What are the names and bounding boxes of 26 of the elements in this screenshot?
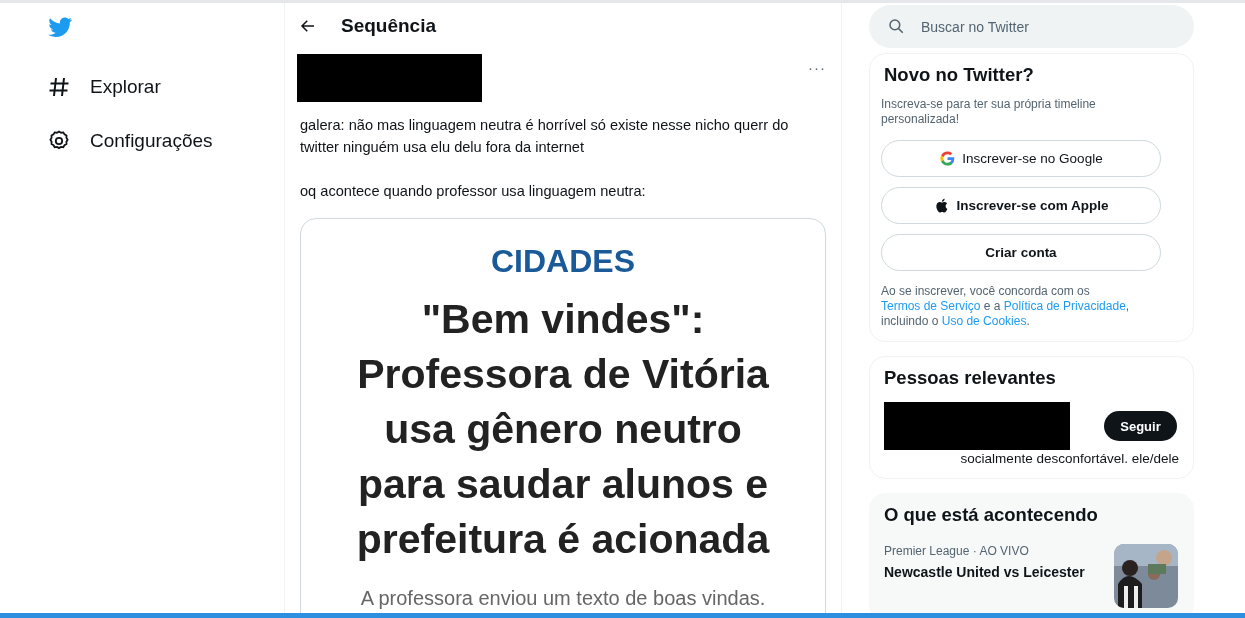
- card-title: O que está acontecendo: [884, 504, 1099, 526]
- card-title: Pessoas relevantes: [884, 367, 1057, 389]
- card-title: Novo no Twitter?: [884, 64, 1035, 86]
- search-field[interactable]: Buscar no Twitter: [869, 5, 1194, 48]
- user-bio: socialmente desconfortável. ele/dele: [960, 451, 1179, 466]
- section-label: CIDADES: [491, 243, 635, 280]
- signup-subtitle: Inscreva-se para ter sua própria timeline personalizada!: [881, 97, 1097, 127]
- signup-button[interactable]: Inscrever-se com Apple: [881, 187, 1161, 224]
- nav-link[interactable]: Configurações: [47, 114, 284, 168]
- article-lead: A professora enviou um texto de boas vindas.: [360, 587, 766, 610]
- article-headline: "Bem vindes": Professora de Vitória usa gênero neutro para saudar alunos e prefeitura é acionada: [355, 295, 771, 564]
- back-arrow-icon[interactable]: [299, 17, 317, 35]
- nav-link[interactable]: Explorar: [47, 60, 284, 114]
- trend-title[interactable]: Newcastle United vs Leicester: [884, 564, 1085, 580]
- signup-button[interactable]: Criar conta: [881, 234, 1161, 271]
- hashtag-icon: [47, 75, 71, 99]
- more-options[interactable]: ···: [808, 59, 826, 76]
- signup-button[interactable]: Inscrever-se no Google: [881, 140, 1161, 177]
- follow-button[interactable]: Seguir: [1104, 411, 1177, 441]
- legal-notice: Ao se inscrever, você concorda com os Termos de Serviço e a Política de Privacidade, incluindo o Uso de Cookies.: [881, 284, 1131, 329]
- search-icon: [887, 17, 905, 35]
- google-g-icon: [939, 150, 957, 167]
- bird-logo-icon[interactable]: [47, 15, 74, 39]
- trend-context: Premier League · AO VIVO: [884, 544, 1030, 558]
- tweet-text: galera: não mas linguagem neutra é horrível só existe nesse nicho querr do twitter ninguém usa elu delu fora da internet oq acontece quando professor usa linguagem neutra:: [300, 116, 790, 201]
- page-title: Sequência: [341, 15, 437, 37]
